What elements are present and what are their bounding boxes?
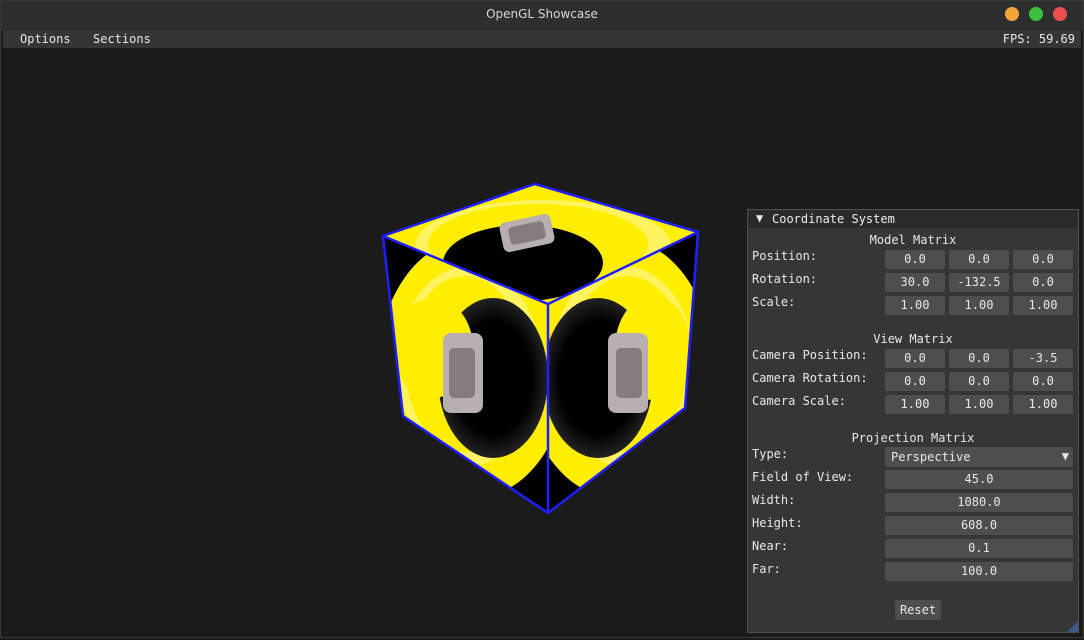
height-field[interactable]: 608.0 [885, 516, 1073, 535]
camera-scale-x-field[interactable]: 1.00 [885, 395, 945, 414]
camera-scale-label: Camera Scale: [752, 394, 846, 408]
camera-scale-z-field[interactable]: 1.00 [1013, 395, 1073, 414]
camera-rotation-y-field[interactable]: 0.0 [949, 372, 1009, 391]
field-of-view-label: Field of View: [752, 470, 854, 484]
panel-title: Coordinate System [772, 212, 895, 226]
projection-matrix-title: Projection Matrix [851, 431, 975, 445]
maximize-button[interactable] [1029, 7, 1043, 21]
coordinate-system-panel[interactable]: ▼ Coordinate System Model Matrix Positio… [747, 209, 1079, 633]
camera-position-x-field[interactable]: 0.0 [885, 349, 945, 368]
rotation-y-field[interactable]: -132.5 [949, 273, 1009, 292]
camera-rotation-z-field[interactable]: 0.0 [1013, 372, 1073, 391]
type-label: Type: [752, 447, 789, 461]
minimize-button[interactable] [1005, 7, 1019, 21]
scale-z-field[interactable]: 1.00 [1013, 296, 1073, 315]
camera-position-z-field[interactable]: -3.5 [1013, 349, 1073, 368]
window-title: OpenGL Showcase [486, 7, 598, 21]
collapse-triangle-icon[interactable]: ▼ [756, 211, 763, 225]
scale-label: Scale: [752, 295, 796, 309]
reset-button[interactable]: Reset [895, 600, 941, 620]
far-label: Far: [752, 562, 781, 576]
far-field[interactable]: 100.0 [885, 562, 1073, 581]
position-x-field[interactable]: 0.0 [885, 250, 945, 269]
resize-grip-icon[interactable] [1067, 621, 1078, 632]
camera-position-label: Camera Position: [752, 348, 868, 362]
dropdown-arrow-icon[interactable]: ▼ [1062, 449, 1069, 463]
model-matrix-title: Model Matrix [869, 233, 957, 247]
rotation-x-field[interactable]: 30.0 [885, 273, 945, 292]
field-of-view-value: 45.0 [964, 472, 994, 486]
position-label: Position: [752, 249, 818, 263]
menu-bar: Options Sections FPS: 59.69 [3, 30, 1081, 48]
menu-sections[interactable]: Sections [93, 32, 151, 46]
projection-type-value: Perspective [891, 450, 971, 464]
close-button[interactable] [1053, 7, 1067, 21]
scale-x-field[interactable]: 1.00 [885, 296, 945, 315]
scale-y-field[interactable]: 1.00 [949, 296, 1009, 315]
height-label: Height: [752, 516, 803, 530]
camera-rotation-x-field[interactable]: 0.0 [885, 372, 945, 391]
near-label: Near: [752, 539, 789, 553]
near-field[interactable]: 0.1 [885, 539, 1073, 558]
menu-options[interactable]: Options [20, 32, 71, 46]
camera-scale-y-field[interactable]: 1.00 [949, 395, 1009, 414]
field-of-view-slider[interactable]: 45.0 [885, 470, 1073, 489]
rotation-z-field[interactable]: 0.0 [1013, 273, 1073, 292]
camera-rotation-label: Camera Rotation: [752, 371, 868, 385]
width-label: Width: [752, 493, 796, 507]
width-field[interactable]: 1080.0 [885, 493, 1073, 512]
window-title-bar[interactable]: OpenGL Showcase [0, 0, 1084, 31]
projection-type-select[interactable]: Perspective ▼ [885, 447, 1073, 467]
camera-position-y-field[interactable]: 0.0 [949, 349, 1009, 368]
panel-header[interactable]: ▼ Coordinate System [748, 210, 1078, 228]
rotation-label: Rotation: [752, 272, 818, 286]
position-y-field[interactable]: 0.0 [949, 250, 1009, 269]
position-z-field[interactable]: 0.0 [1013, 250, 1073, 269]
view-matrix-title: View Matrix [873, 332, 953, 346]
fps-counter: FPS: 59.69 [1002, 32, 1075, 46]
